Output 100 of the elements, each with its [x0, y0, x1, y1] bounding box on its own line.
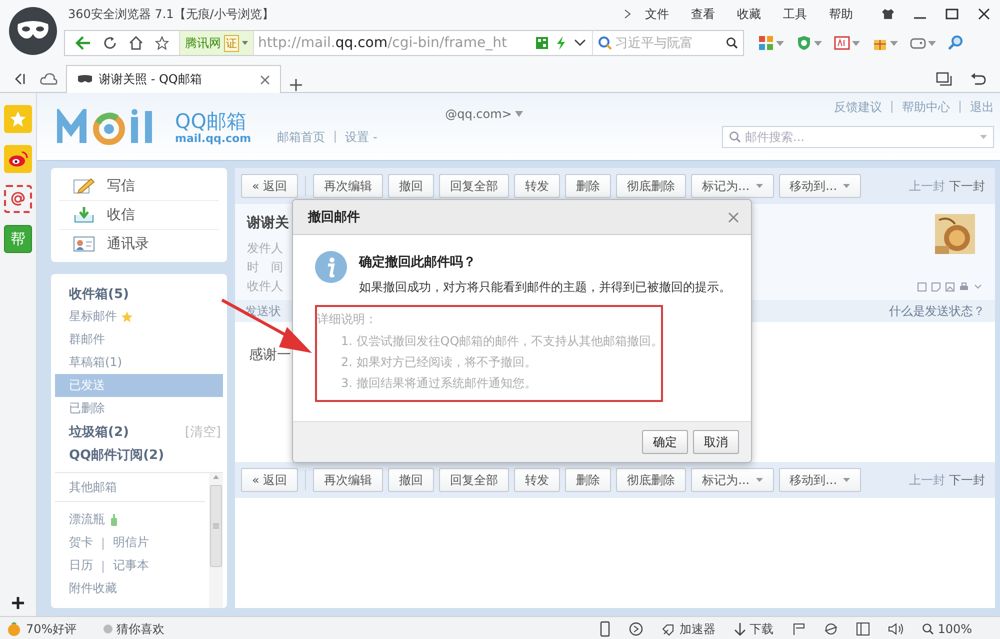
separator: | — [101, 536, 106, 550]
brand-name: QQ邮箱 — [175, 110, 248, 130]
chevron-icon[interactable] — [624, 9, 632, 19]
menu-item[interactable]: 工具 — [774, 6, 816, 22]
shirt-icon[interactable] — [881, 8, 895, 20]
toolbar-button[interactable]: 再次编辑 — [313, 468, 384, 492]
folder-item[interactable]: QQ邮件订阅(2) — [55, 443, 223, 466]
separator: | — [101, 558, 106, 572]
details-label: 详细说明： — [317, 311, 378, 328]
star-icon — [121, 310, 133, 322]
qr-code-icon[interactable] — [536, 37, 548, 49]
toolbar-button[interactable]: 撤回 — [388, 468, 434, 492]
apps-grid-icon[interactable] — [758, 35, 774, 51]
undo-icon[interactable] — [970, 72, 986, 86]
toolbar-button[interactable]: 删除 — [565, 468, 612, 492]
close-button[interactable] — [726, 210, 741, 224]
toolbar-button[interactable]: 彻底删除 — [616, 468, 686, 492]
caret-icon — [756, 184, 763, 188]
message-subject: 谢谢关 — [247, 214, 289, 232]
browser-logo-icon[interactable] — [9, 7, 57, 55]
folder-item[interactable]: 收件箱(5) — [55, 282, 223, 305]
caret-icon — [776, 40, 784, 46]
toolbar-button[interactable]: 回复全部 — [439, 468, 510, 492]
add-icon[interactable] — [11, 596, 25, 610]
caret-icon — [242, 41, 248, 45]
dialog-title: 撤回邮件 — [308, 209, 361, 226]
status-help-link[interactable]: 什么是发送状态？ — [889, 302, 985, 320]
phone-icon[interactable] — [600, 621, 610, 637]
search-engine-icon — [598, 36, 612, 50]
message-body: 感谢一 — [249, 347, 291, 363]
toolbar-button[interactable]: 转发 — [514, 468, 560, 492]
scrollbar[interactable] — [209, 473, 223, 608]
dialog-button[interactable]: 确定 — [642, 430, 688, 454]
caret-icon — [514, 111, 523, 117]
folder-item[interactable]: 垃圾箱(2) [清空] — [55, 420, 223, 443]
close-icon[interactable] — [977, 8, 991, 20]
toolbar-button[interactable]: 回复全部 — [439, 174, 510, 198]
caret-icon — [756, 478, 763, 482]
quick-action[interactable]: 通讯录 — [59, 230, 219, 258]
note-icon[interactable] — [931, 282, 941, 292]
contact-card-icon — [73, 235, 95, 253]
toolbar-button[interactable]: 移动到... — [778, 174, 862, 198]
download-arrow-icon — [734, 622, 746, 636]
menu-item[interactable]: 收藏 — [728, 6, 770, 22]
field-label: 时 间 — [247, 260, 283, 274]
pager-link[interactable]: 下一封 — [949, 472, 985, 488]
toolbar-button[interactable]: 标记为... — [691, 174, 774, 198]
toolbar-button[interactable]: 删除 — [565, 174, 612, 198]
toolbar-button[interactable]: 彻底删除 — [616, 174, 686, 198]
windows-icon[interactable] — [936, 72, 952, 86]
back-arrow-icon[interactable] — [75, 36, 91, 50]
image-icon[interactable] — [945, 282, 955, 292]
toolbar-button[interactable]: 再次编辑 — [313, 174, 384, 198]
flag-icon[interactable] — [792, 622, 806, 636]
toolbar-button[interactable]: 移动到... — [778, 468, 862, 492]
search-icon — [729, 131, 741, 143]
magnifier-icon[interactable] — [948, 35, 964, 51]
quick-action[interactable]: 收信 — [59, 201, 219, 230]
caret-icon — [843, 184, 850, 188]
zoom-button[interactable]: 100% — [922, 622, 972, 636]
lightning-icon[interactable] — [556, 36, 566, 50]
toolbar-button[interactable]: 撤回 — [388, 174, 434, 198]
account-menu[interactable]: @qq.com> — [275, 107, 523, 121]
cloud-icon[interactable] — [40, 72, 58, 86]
address-field[interactable]: http://mail.qq.com/cgi-bin/frame_ht — [254, 35, 536, 51]
menu-item[interactable]: 帮助 — [820, 6, 862, 22]
dialog-button[interactable]: 取消 — [693, 430, 739, 454]
weibo-icon[interactable] — [4, 145, 32, 173]
toolbar-button[interactable]: 标记为... — [691, 468, 774, 492]
toolbar-button[interactable]: 转发 — [514, 174, 560, 198]
maximize-icon[interactable] — [945, 8, 959, 20]
star-outline-icon[interactable] — [155, 36, 169, 50]
shield-icon[interactable] — [796, 35, 812, 51]
menu-item[interactable]: 查看 — [682, 6, 724, 22]
toolbar-button[interactable]: « 返回 — [241, 174, 298, 198]
mask-icon — [77, 74, 93, 84]
separator: | — [890, 99, 894, 115]
toolbar-button[interactable]: « 返回 — [241, 468, 298, 492]
new-tab-icon[interactable] — [289, 78, 303, 92]
browser-tab[interactable]: 谢谢关照 - QQ邮箱 — [66, 65, 281, 93]
pager-link[interactable]: 下一封 — [949, 178, 985, 194]
email-icon[interactable] — [4, 185, 32, 213]
panel-icon[interactable] — [856, 622, 870, 636]
reload-icon[interactable] — [103, 36, 117, 50]
menu-item[interactable]: 文件 — [636, 6, 678, 22]
caret-icon — [852, 40, 860, 46]
ad-block-icon[interactable] — [834, 35, 850, 51]
speaker-icon[interactable] — [888, 622, 904, 636]
quick-action[interactable]: 写信 — [59, 172, 219, 201]
rating-label[interactable]: 70%好评 — [26, 620, 77, 638]
info-icon — [315, 251, 347, 283]
site-badge[interactable]: 腾讯网 证 — [180, 31, 254, 55]
print-icon[interactable] — [959, 282, 969, 292]
accelerator-button[interactable]: 加速器 — [662, 620, 716, 638]
recommend-link[interactable]: 猜你喜欢 — [116, 620, 165, 638]
window-icon[interactable] — [917, 282, 927, 292]
details-item: 1. 仅尝试撤回发往QQ邮箱的邮件，不支持从其他邮箱撤回。 — [340, 333, 657, 350]
download-button[interactable]: 下载 — [734, 620, 774, 638]
chevron-down-icon[interactable] — [574, 39, 586, 47]
home-icon[interactable] — [129, 36, 143, 50]
